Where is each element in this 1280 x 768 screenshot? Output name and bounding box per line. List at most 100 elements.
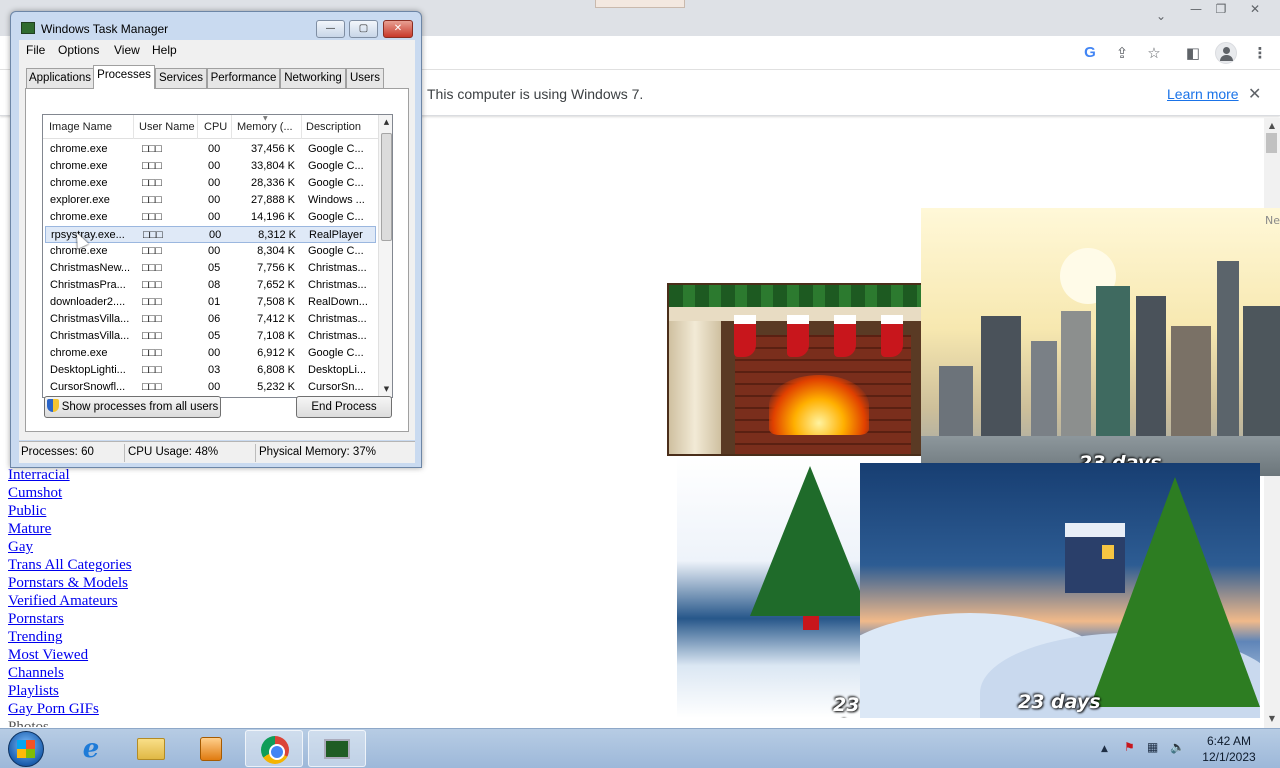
process-row[interactable]: ChristmasVilla... □□□ 05 7,108 K Christmas..…	[45, 328, 376, 345]
building	[1171, 326, 1211, 436]
process-user-name: □□□	[142, 347, 162, 359]
share-icon[interactable]: ⇪	[1113, 44, 1131, 62]
menu-icon[interactable]: ⋮	[1251, 44, 1269, 62]
browser-tab[interactable]	[595, 0, 685, 8]
taskbar-windows-explorer[interactable]	[122, 730, 180, 767]
process-row[interactable]: downloader2.... □□□ 01 7,508 K RealDown...	[45, 294, 376, 311]
browser-close-button[interactable]: ✕	[1245, 2, 1265, 16]
tab-services[interactable]: Services	[155, 68, 207, 88]
column-description[interactable]: Description	[306, 121, 361, 133]
process-cpu: 00	[208, 160, 221, 172]
browser-restore-button[interactable]: ❐	[1211, 2, 1231, 16]
process-description: RealDown...	[308, 296, 368, 308]
process-cpu: 00	[208, 194, 221, 206]
task-manager-icon	[21, 22, 35, 34]
category-link[interactable]: Public	[8, 502, 132, 520]
column-divider[interactable]	[133, 115, 134, 139]
scroll-down-arrow[interactable]: ▼	[1266, 714, 1278, 723]
column-divider[interactable]	[301, 115, 302, 139]
process-row[interactable]: ChristmasNew... □□□ 05 7,756 K Christmas...	[45, 260, 376, 277]
taskbar-media-player[interactable]	[182, 730, 240, 767]
scroll-down-arrow[interactable]: ▼	[379, 385, 392, 393]
category-link[interactable]: Mature	[8, 520, 132, 538]
process-row[interactable]: explorer.exe □□□ 00 27,888 K Windows ...	[45, 192, 376, 209]
side-panel-icon[interactable]: ◧	[1184, 44, 1202, 62]
bookmark-star-icon[interactable]: ☆	[1145, 44, 1163, 62]
tab-networking[interactable]: Networking	[280, 68, 346, 88]
category-link[interactable]: Trans All Categories	[8, 556, 132, 574]
category-link[interactable]: Gay Porn GIFs	[8, 700, 132, 718]
column-divider[interactable]	[231, 115, 232, 139]
browser-minimize-button[interactable]: —	[1186, 2, 1206, 16]
menu-view[interactable]: View	[114, 43, 140, 57]
end-process-button[interactable]: End Process	[296, 396, 392, 418]
category-link[interactable]: Channels	[8, 664, 132, 682]
google-icon[interactable]: G	[1081, 44, 1099, 62]
christmas-tree-widget[interactable]: 23 days	[677, 456, 860, 718]
process-row[interactable]: CursorSnowfl... □□□ 00 5,232 K CursorSn...	[45, 379, 376, 396]
category-link[interactable]: Trending	[8, 628, 132, 646]
category-link[interactable]: Photos	[8, 718, 132, 727]
category-link[interactable]: Pornstars & Models	[8, 574, 132, 592]
tab-processes[interactable]: Processes	[93, 65, 155, 89]
tab-users[interactable]: Users	[346, 68, 384, 88]
action-center-flag-icon[interactable]: ⚑	[1124, 740, 1135, 754]
process-row[interactable]: chrome.exe □□□ 00 6,912 K Google C...	[45, 345, 376, 362]
process-row[interactable]: rpsystray.exe... □□□ 00 8,312 K RealPlayer	[45, 226, 376, 243]
process-row[interactable]: ChristmasVilla... □□□ 06 7,412 K Christmas..…	[45, 311, 376, 328]
column-cpu[interactable]: CPU	[204, 121, 227, 133]
show-hidden-icons-icon[interactable]: ▲	[1101, 744, 1108, 754]
volume-icon[interactable]: 🔈	[1170, 740, 1185, 754]
column-user-name[interactable]: User Name	[139, 121, 195, 133]
fireplace-widget[interactable]	[667, 283, 923, 456]
process-row[interactable]: chrome.exe □□□ 00 33,804 K Google C...	[45, 158, 376, 175]
taskbar-task-manager[interactable]	[308, 730, 366, 767]
network-icon[interactable]: ▦	[1147, 740, 1158, 754]
infobar-close-icon[interactable]: ✕	[1248, 84, 1261, 103]
menu-help[interactable]: Help	[152, 43, 177, 57]
city-skyline-widget[interactable]: 23 days Ne	[921, 208, 1280, 476]
scroll-up-arrow[interactable]: ▲	[1266, 121, 1278, 130]
category-link[interactable]: Verified Amateurs	[8, 592, 132, 610]
category-link[interactable]: Playlists	[8, 682, 132, 700]
page-scroll-thumb[interactable]	[1266, 133, 1277, 153]
process-row[interactable]: chrome.exe □□□ 00 14,196 K Google C...	[45, 209, 376, 226]
category-link[interactable]: Cumshot	[8, 484, 132, 502]
tab-performance[interactable]: Performance	[207, 68, 280, 88]
scroll-thumb[interactable]	[381, 133, 392, 241]
taskbar-internet-explorer[interactable]: e	[62, 730, 120, 767]
category-link[interactable]: Most Viewed	[8, 646, 132, 664]
close-button[interactable]: ✕	[383, 20, 413, 38]
category-link[interactable]: Interracial	[8, 466, 132, 484]
learn-more-link[interactable]: Learn more	[1167, 86, 1239, 102]
taskbar-google-chrome[interactable]	[245, 730, 303, 767]
profile-icon[interactable]	[1215, 42, 1237, 64]
process-memory: 5,232 K	[257, 381, 295, 393]
process-list[interactable]: Image Name User Name CPU Memory (... ▼ D…	[42, 114, 393, 398]
process-row[interactable]: ChristmasPra... □□□ 08 7,652 K Christmas...	[45, 277, 376, 294]
snow-village-widget[interactable]: 23 days	[860, 463, 1260, 718]
process-user-name: □□□	[142, 194, 162, 206]
tab-search-icon[interactable]: ⌄	[1151, 9, 1171, 23]
process-row[interactable]: DesktopLighti... □□□ 03 6,808 K DesktopLi...	[45, 362, 376, 379]
menu-options[interactable]: Options	[58, 43, 99, 57]
column-image-name[interactable]: Image Name	[49, 121, 112, 133]
system-clock[interactable]: 6:42 AM 12/1/2023	[1196, 733, 1262, 765]
category-link[interactable]: Gay	[8, 538, 132, 556]
minimize-button[interactable]: —	[316, 20, 345, 38]
column-divider[interactable]	[197, 115, 198, 139]
column-memory[interactable]: Memory (...	[237, 121, 301, 133]
category-link[interactable]: Pornstars	[8, 610, 132, 628]
process-row[interactable]: chrome.exe □□□ 00 37,456 K Google C...	[45, 141, 376, 158]
process-memory: 7,108 K	[257, 330, 295, 342]
maximize-button[interactable]: ▢	[349, 20, 378, 38]
show-all-processes-button[interactable]: Show processes from all users	[44, 396, 221, 418]
process-list-scrollbar[interactable]: ▲ ▼	[378, 115, 392, 397]
menu-file[interactable]: File	[26, 43, 45, 57]
process-row[interactable]: chrome.exe □□□ 00 28,336 K Google C...	[45, 175, 376, 192]
building	[939, 366, 973, 436]
scroll-up-arrow[interactable]: ▲	[379, 118, 392, 126]
tab-applications[interactable]: Applications	[26, 68, 94, 88]
process-row[interactable]: chrome.exe □□□ 00 8,304 K Google C...	[45, 243, 376, 260]
task-manager-window[interactable]: Windows Task Manager — ▢ ✕ File Options …	[10, 11, 422, 468]
